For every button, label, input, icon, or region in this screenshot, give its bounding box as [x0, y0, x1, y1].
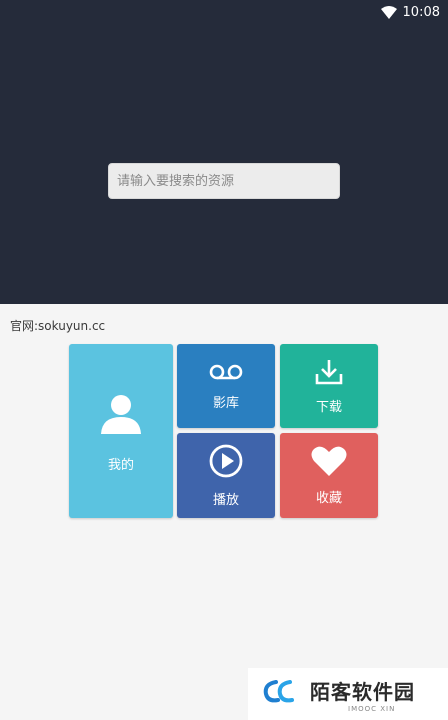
status-time: 10:08 [402, 4, 440, 20]
play-circle-icon [208, 443, 244, 483]
download-icon [314, 358, 344, 390]
official-site-label: 官网:sokuyun.cc [10, 319, 106, 333]
watermark-subtitle: IMOOC XIN [348, 704, 396, 713]
watermark-logo-icon [262, 680, 302, 708]
watermark: 陌客软件园 IMOOC XIN [248, 668, 448, 720]
hero-header: 10:08 [0, 0, 448, 304]
app-screen: 10:08 官网:sokuyun.cc 我的 影库 [0, 0, 448, 720]
status-bar: 10:08 [380, 3, 440, 21]
tile-download-label: 下载 [315, 399, 342, 415]
wifi-icon [380, 5, 397, 19]
watermark-text: 陌客软件园 IMOOC XIN [310, 676, 415, 713]
tile-library[interactable]: 影库 [177, 344, 275, 428]
heart-icon [311, 445, 347, 481]
tile-download[interactable]: 下载 [280, 344, 378, 428]
watermark-title: 陌客软件园 [310, 679, 415, 704]
search-input[interactable] [108, 163, 340, 199]
tile-favorites-label: 收藏 [315, 491, 342, 506]
tile-my[interactable]: 我的 [69, 344, 173, 518]
tile-my-label: 我的 [107, 457, 134, 473]
tile-library-label: 影库 [212, 395, 239, 411]
tile-play[interactable]: 播放 [177, 433, 275, 518]
tile-play-label: 播放 [212, 493, 239, 508]
person-icon [98, 390, 144, 440]
voicemail-icon [209, 362, 243, 386]
tile-favorites[interactable]: 收藏 [280, 433, 378, 518]
